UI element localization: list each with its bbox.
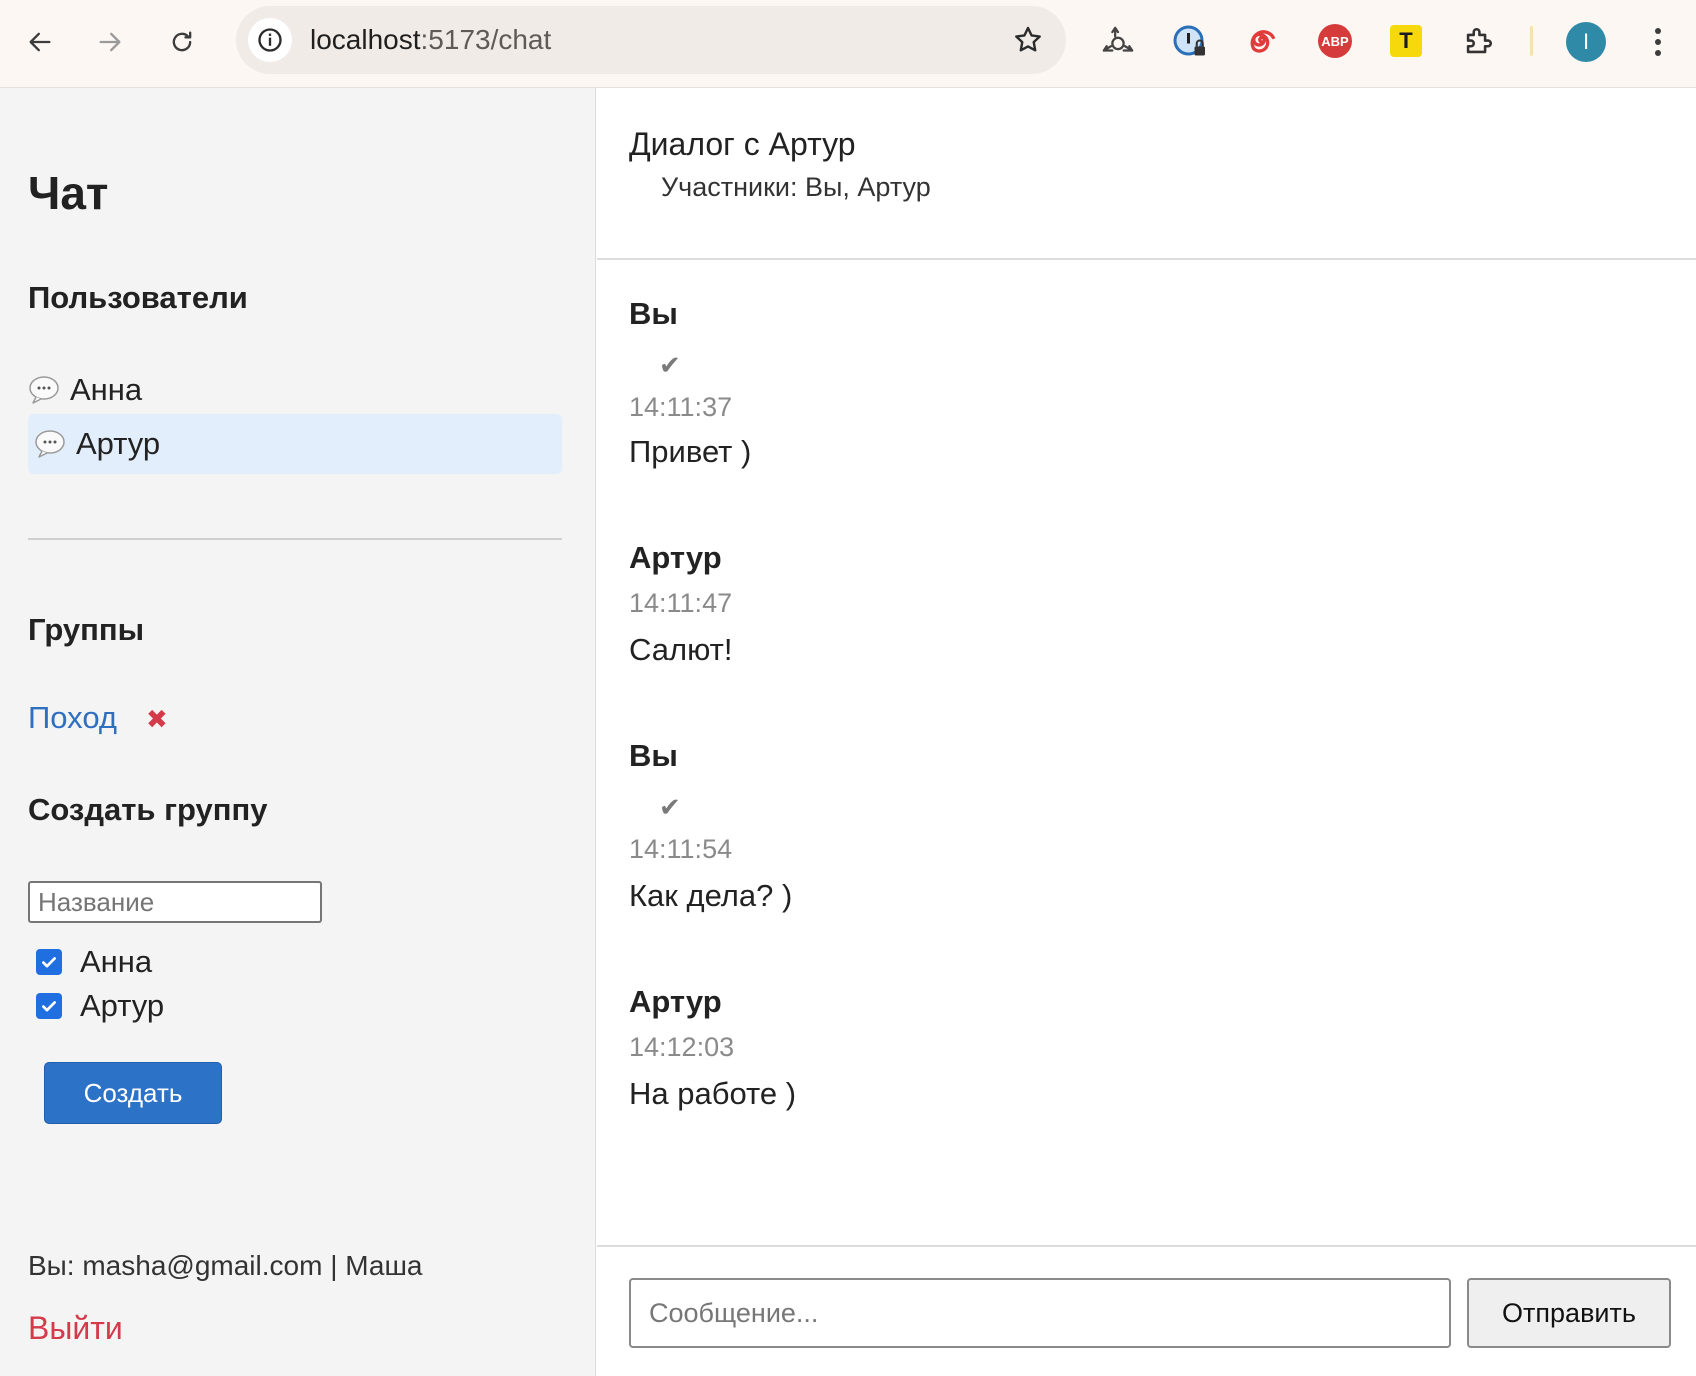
header-divider <box>597 258 1696 260</box>
recycle-extension-icon[interactable] <box>1098 22 1138 62</box>
group-name-input[interactable] <box>28 881 322 923</box>
user-name: Анна <box>70 372 143 407</box>
back-arrow-icon[interactable] <box>18 20 62 64</box>
checkbox-checked-icon[interactable] <box>36 949 62 975</box>
adblock-label: ABP <box>1321 33 1349 49</box>
message-time: 14:11:37 <box>629 392 733 422</box>
dialog-members: Участники: Вы, Артур <box>661 172 931 202</box>
read-check-icon: ✔ <box>659 350 681 380</box>
message-time: 14:12:03 <box>629 1032 735 1062</box>
message-author: Артур <box>629 984 722 1019</box>
message-text: Привет ) <box>629 434 752 469</box>
dialog-panel: Диалог с Артур Участники: Вы, Артур Вы ✔… <box>597 88 1696 1376</box>
message-input[interactable] <box>629 1278 1451 1348</box>
profile-initial: I <box>1582 29 1590 54</box>
member-name: Артур <box>80 988 165 1023</box>
checkbox-checked-icon[interactable] <box>36 993 62 1019</box>
message-text: Салют! <box>629 632 733 667</box>
message-author: Артур <box>629 540 722 575</box>
message-author: Вы <box>629 738 678 773</box>
chat-bubble-icon <box>28 375 62 405</box>
site-info-icon[interactable] <box>248 18 292 62</box>
bookmark-star-icon[interactable] <box>1012 24 1044 56</box>
url-path: :5173/chat <box>420 24 552 55</box>
message-time: 14:11:47 <box>629 588 733 618</box>
reload-icon[interactable] <box>160 20 204 64</box>
spiral-extension-icon[interactable] <box>1242 22 1282 62</box>
browser-menu-icon[interactable] <box>1648 24 1668 60</box>
message-author: Вы <box>629 296 678 331</box>
message-text: На работе ) <box>629 1076 797 1111</box>
dialog-title: Диалог с Артур <box>629 126 856 162</box>
delete-group-icon[interactable]: ✖ <box>146 704 168 735</box>
message-time: 14:11:54 <box>629 834 733 864</box>
url-host: localhost <box>310 24 421 55</box>
member-checkbox-artur[interactable]: Артур <box>36 988 164 1024</box>
sidebar-divider <box>28 538 562 540</box>
app-title: Чат <box>28 167 109 219</box>
forward-arrow-icon[interactable] <box>88 20 132 64</box>
current-user-info: Вы: masha@gmail.com | Маша <box>28 1250 423 1281</box>
t-extension-label: T <box>1399 28 1413 53</box>
puzzle-extensions-icon[interactable] <box>1458 22 1498 62</box>
create-group-heading: Создать группу <box>28 792 268 827</box>
create-group-button[interactable]: Создать <box>44 1062 222 1124</box>
user-name: Артур <box>76 426 161 461</box>
read-check-icon: ✔ <box>659 792 681 822</box>
member-name: Анна <box>80 944 153 979</box>
composer-divider <box>597 1245 1696 1247</box>
users-heading: Пользователи <box>28 280 248 315</box>
browser-toolbar: localhost:5173/chat ABP T I <box>0 0 1696 88</box>
member-checkbox-anna[interactable]: Анна <box>36 944 152 980</box>
logout-link[interactable]: Выйти <box>28 1310 123 1347</box>
password-extension-icon[interactable] <box>1170 22 1210 62</box>
toolbar-separator <box>1530 26 1533 56</box>
send-button[interactable]: Отправить <box>1467 1278 1671 1348</box>
address-bar[interactable]: localhost:5173/chat <box>236 6 1066 74</box>
group-link-pokhod[interactable]: Поход <box>28 700 117 736</box>
adblock-extension-icon[interactable]: ABP <box>1318 24 1352 58</box>
chat-bubble-icon <box>34 429 68 459</box>
profile-avatar[interactable]: I <box>1566 22 1606 62</box>
sidebar: Чат Пользователи Анна Артур Группы Поход… <box>0 88 596 1376</box>
t-extension-icon[interactable]: T <box>1390 25 1422 57</box>
user-item-anna[interactable]: Анна <box>28 360 562 420</box>
url-text[interactable]: localhost:5173/chat <box>310 24 551 56</box>
user-item-artur[interactable]: Артур <box>28 414 562 474</box>
message-text: Как дела? ) <box>629 878 793 913</box>
groups-heading: Группы <box>28 612 145 647</box>
